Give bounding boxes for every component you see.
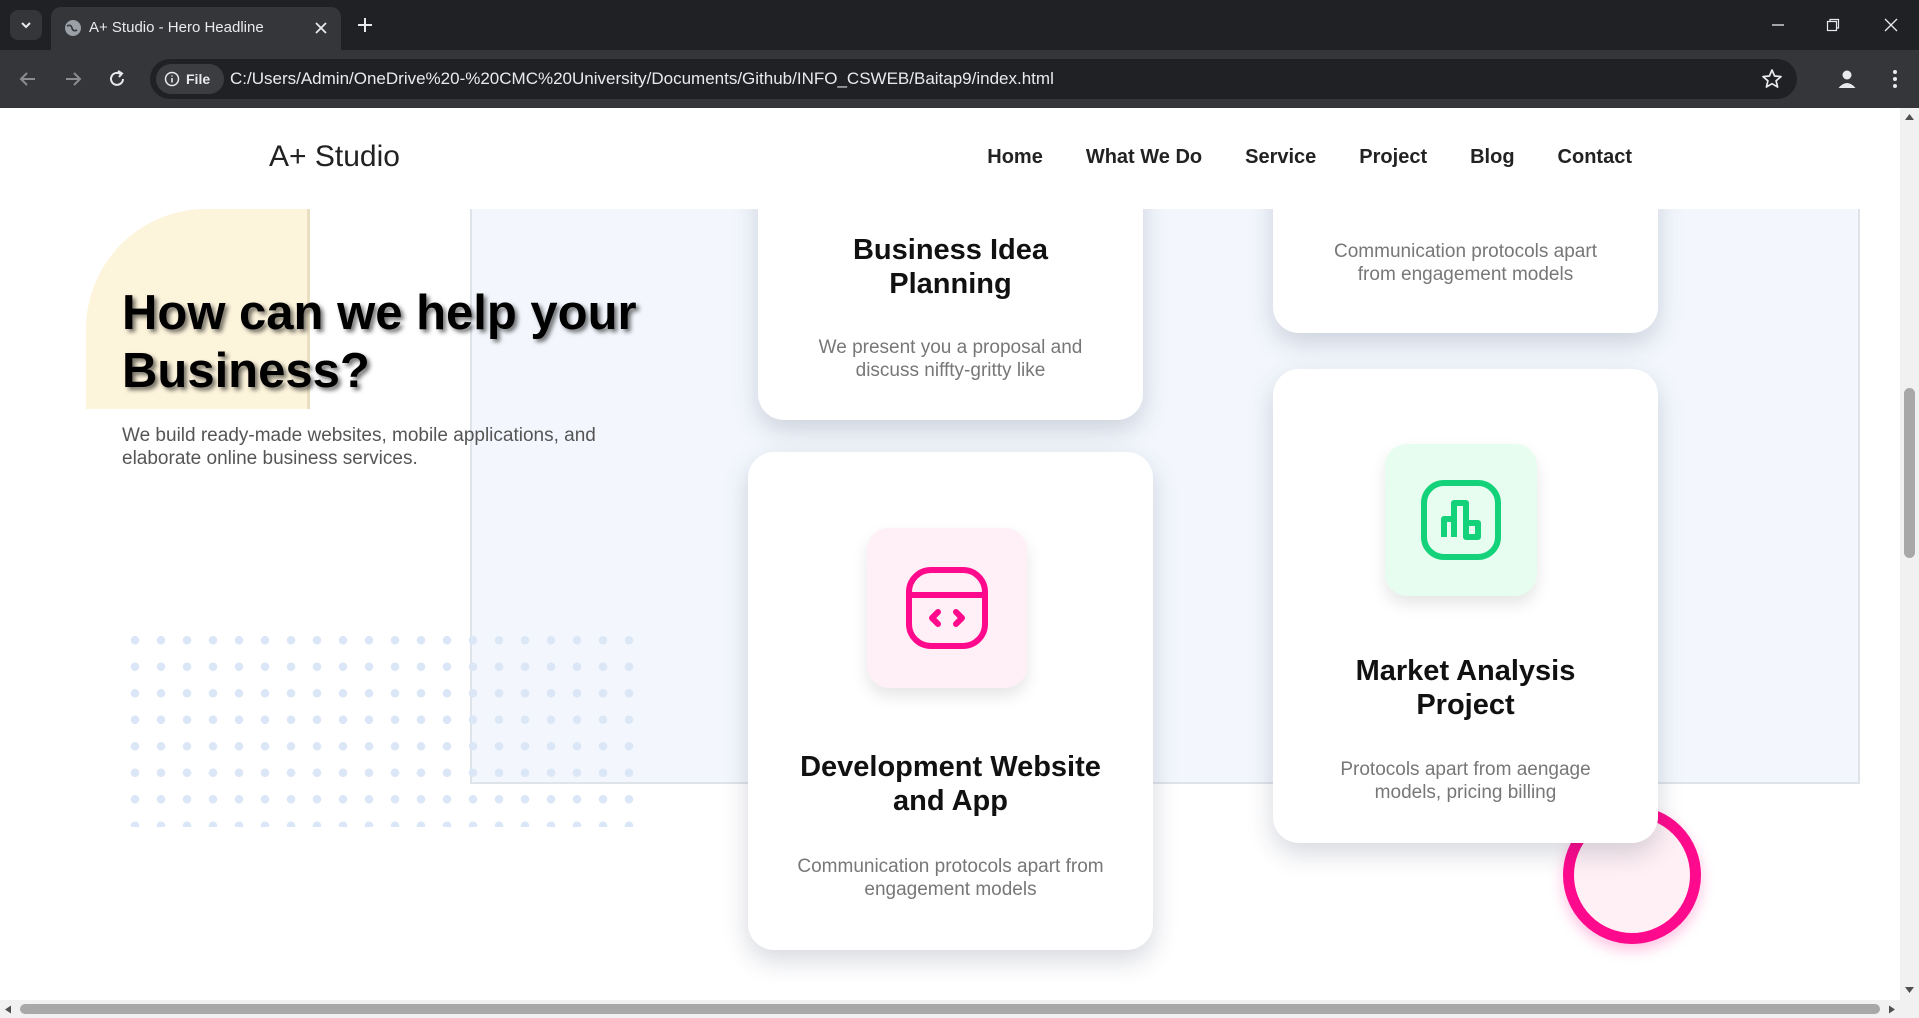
- close-icon: [1884, 18, 1898, 32]
- nav-blog[interactable]: Blog: [1470, 146, 1514, 169]
- url-text[interactable]: C:/Users/Admin/OneDrive%20-%20CMC%20Univ…: [230, 69, 1054, 89]
- more-vertical-icon: [1893, 70, 1897, 88]
- scroll-down-arrow-icon[interactable]: [1904, 986, 1915, 994]
- card-title: Market Analysis Project: [1355, 655, 1576, 721]
- arrow-left-icon: [19, 72, 35, 86]
- account-icon: [1838, 70, 1856, 88]
- horizontal-scroll-thumb[interactable]: [20, 1004, 1880, 1014]
- code-window-icon-box: [867, 528, 1027, 688]
- minimize-icon: [1772, 24, 1784, 26]
- card-description: We present you a proposal and discuss ni…: [818, 337, 1083, 381]
- arrow-right-icon: [66, 72, 82, 86]
- reload-icon: [110, 70, 124, 86]
- plus-icon: [358, 18, 372, 32]
- site-info-chip[interactable]: File: [156, 64, 224, 94]
- browser-menu-button[interactable]: [1882, 63, 1908, 95]
- close-window-button[interactable]: [1868, 8, 1914, 42]
- new-tab-button[interactable]: [352, 12, 378, 38]
- nav-service[interactable]: Service: [1245, 146, 1316, 169]
- chart-icon: [1421, 480, 1501, 560]
- address-bar[interactable]: File C:/Users/Admin/OneDrive%20-%20CMC%2…: [150, 59, 1797, 99]
- card-title: Development Website and App: [800, 751, 1101, 817]
- hero-headline: How can we help your Business?: [122, 286, 637, 398]
- close-tab-button[interactable]: [311, 18, 331, 38]
- site-logo[interactable]: A+ Studio: [269, 140, 400, 174]
- active-tab[interactable]: A+ Studio - Hero Headline: [51, 7, 341, 50]
- browser-tab-strip: A+ Studio - Hero Headline: [0, 0, 1919, 50]
- card-description: Communication protocols apart from engag…: [1334, 241, 1597, 285]
- vertical-scroll-thumb[interactable]: [1904, 388, 1915, 558]
- scroll-right-arrow-icon[interactable]: [1888, 1005, 1896, 1014]
- page-viewport: A+ Studio Home What We Do Service Projec…: [0, 108, 1900, 1000]
- code-window-icon: [906, 567, 988, 649]
- tab-title: A+ Studio - Hero Headline: [89, 19, 264, 36]
- scroll-up-arrow-icon[interactable]: [1904, 113, 1915, 121]
- restore-icon: [1826, 18, 1840, 32]
- card-title: Business Idea Planning: [852, 234, 1049, 300]
- bookmark-star-icon[interactable]: [1761, 68, 1783, 90]
- site-header: A+ Studio Home What We Do Service Projec…: [0, 108, 1900, 209]
- nav-contact[interactable]: Contact: [1558, 146, 1632, 169]
- tab-search-button[interactable]: [10, 10, 42, 40]
- hero-subtitle: We build ready-made websites, mobile app…: [122, 425, 596, 469]
- chevron-down-icon: [21, 22, 31, 29]
- info-icon: [164, 71, 180, 87]
- service-card-development[interactable]: Development Website and App Communicatio…: [748, 452, 1153, 950]
- profile-button[interactable]: [1831, 63, 1863, 95]
- reload-button[interactable]: [101, 63, 133, 95]
- chart-icon-box: [1385, 444, 1537, 596]
- restore-button[interactable]: [1810, 8, 1856, 42]
- scroll-left-arrow-icon[interactable]: [4, 1005, 12, 1014]
- nav-what-we-do[interactable]: What We Do: [1086, 146, 1202, 169]
- chip-label: File: [186, 71, 211, 87]
- nav-home[interactable]: Home: [987, 146, 1043, 169]
- card-description: Protocols apart from aengage models, pri…: [1340, 759, 1591, 803]
- minimize-button[interactable]: [1755, 8, 1801, 42]
- main-navigation: Home What We Do Service Project Blog Con…: [987, 146, 1632, 169]
- decorative-dot-grid: [122, 627, 634, 827]
- service-card-market-analysis[interactable]: Market Analysis Project Protocols apart …: [1273, 369, 1658, 843]
- horizontal-scrollbar[interactable]: [0, 1000, 1919, 1018]
- forward-button[interactable]: [57, 63, 89, 95]
- close-icon: [315, 22, 327, 34]
- nav-project[interactable]: Project: [1359, 146, 1427, 169]
- browser-toolbar: File C:/Users/Admin/OneDrive%20-%20CMC%2…: [0, 50, 1919, 108]
- card-description: Communication protocols apart from engag…: [797, 856, 1104, 900]
- back-button[interactable]: [12, 63, 44, 95]
- vertical-scrollbar[interactable]: [1900, 108, 1919, 1000]
- globe-icon: [65, 20, 81, 36]
